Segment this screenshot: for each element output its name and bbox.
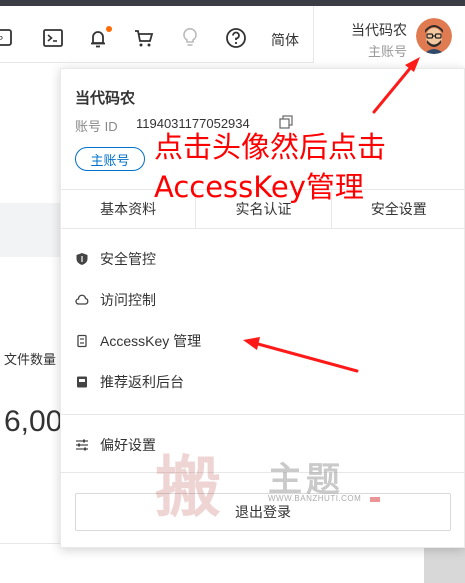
arrow-to-accesskey [243, 337, 359, 373]
arrow-to-avatar [372, 57, 420, 114]
annotation-arrows [243, 57, 420, 373]
